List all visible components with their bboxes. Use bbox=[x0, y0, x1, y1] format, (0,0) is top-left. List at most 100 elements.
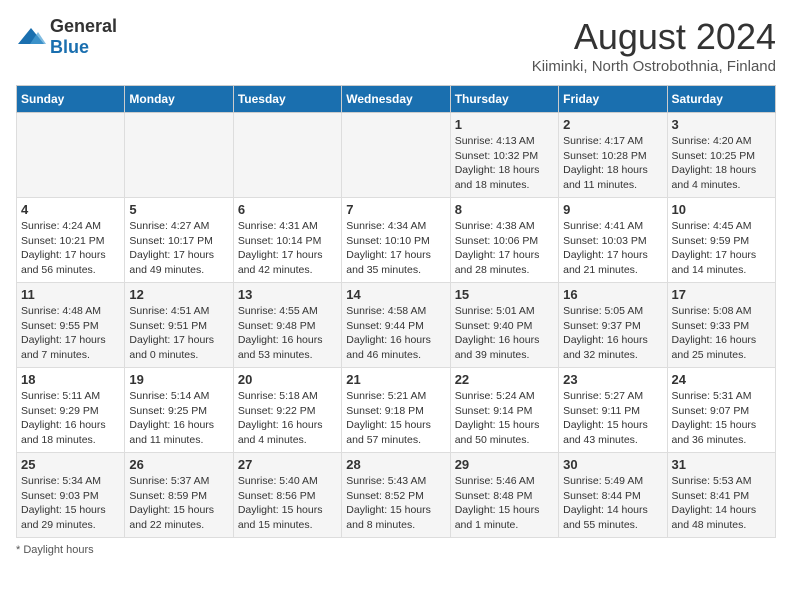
day-detail: Sunrise: 4:45 AM Sunset: 9:59 PM Dayligh… bbox=[672, 219, 771, 278]
day-number: 29 bbox=[455, 457, 554, 472]
day-detail: Sunrise: 5:05 AM Sunset: 9:37 PM Dayligh… bbox=[563, 304, 662, 363]
day-header-friday: Friday bbox=[559, 86, 667, 113]
calendar-cell: 11 Sunrise: 4:48 AM Sunset: 9:55 PM Dayli… bbox=[17, 283, 125, 368]
calendar-cell: 1 Sunrise: 4:13 AM Sunset: 10:32 PM Dayli… bbox=[450, 113, 558, 198]
calendar-cell: 21 Sunrise: 5:21 AM Sunset: 9:18 PM Dayli… bbox=[342, 368, 450, 453]
calendar-cell: 4 Sunrise: 4:24 AM Sunset: 10:21 PM Dayli… bbox=[17, 198, 125, 283]
day-detail: Sunrise: 5:34 AM Sunset: 9:03 PM Dayligh… bbox=[21, 474, 120, 533]
calendar-cell: 22Sunrise: 5:24 AM Sunset: 9:14 PM Dayli… bbox=[450, 368, 558, 453]
day-number: 2 bbox=[563, 117, 662, 132]
calendar-cell: 3Sunrise: 4:20 AM Sunset: 10:25 PM Dayli… bbox=[667, 113, 775, 198]
calendar-table: SundayMondayTuesdayWednesdayThursdayFrid… bbox=[16, 85, 776, 538]
footer-note: * Daylight hours bbox=[16, 544, 776, 556]
calendar-cell bbox=[342, 113, 450, 198]
day-detail: Sunrise: 5:46 AM Sunset: 8:48 PM Dayligh… bbox=[455, 474, 554, 533]
days-header-row: SundayMondayTuesdayWednesdayThursdayFrid… bbox=[17, 86, 776, 113]
calendar-cell: 12 Sunrise: 4:51 AM Sunset: 9:51 PM Dayli… bbox=[125, 283, 233, 368]
calendar-cell: 28 Sunrise: 5:43 AM Sunset: 8:52 PM Dayli… bbox=[342, 453, 450, 538]
calendar-cell bbox=[125, 113, 233, 198]
calendar-cell: 9 Sunrise: 4:41 AM Sunset: 10:03 PM Dayli… bbox=[559, 198, 667, 283]
day-detail: Sunrise: 5:43 AM Sunset: 8:52 PM Dayligh… bbox=[346, 474, 445, 533]
calendar-cell: 31Sunrise: 5:53 AM Sunset: 8:41 PM Dayli… bbox=[667, 453, 775, 538]
day-detail: Sunrise: 5:18 AM Sunset: 9:22 PM Dayligh… bbox=[238, 389, 337, 448]
day-detail: Sunrise: 4:38 AM Sunset: 10:06 PM Daylig… bbox=[455, 219, 554, 278]
week-row-1: 1 Sunrise: 4:13 AM Sunset: 10:32 PM Dayli… bbox=[17, 113, 776, 198]
day-number: 23 bbox=[563, 372, 662, 387]
calendar-cell: 25Sunrise: 5:34 AM Sunset: 9:03 PM Dayli… bbox=[17, 453, 125, 538]
day-number: 16 bbox=[563, 287, 662, 302]
calendar-cell: 17Sunrise: 5:08 AM Sunset: 9:33 PM Dayli… bbox=[667, 283, 775, 368]
day-number: 9 bbox=[563, 202, 662, 217]
day-detail: Sunrise: 4:48 AM Sunset: 9:55 PM Dayligh… bbox=[21, 304, 120, 363]
day-number: 18 bbox=[21, 372, 120, 387]
calendar-cell: 8Sunrise: 4:38 AM Sunset: 10:06 PM Dayli… bbox=[450, 198, 558, 283]
day-number: 17 bbox=[672, 287, 771, 302]
day-header-saturday: Saturday bbox=[667, 86, 775, 113]
day-detail: Sunrise: 4:27 AM Sunset: 10:17 PM Daylig… bbox=[129, 219, 228, 278]
week-row-2: 4 Sunrise: 4:24 AM Sunset: 10:21 PM Dayli… bbox=[17, 198, 776, 283]
calendar-cell: 30 Sunrise: 5:49 AM Sunset: 8:44 PM Dayli… bbox=[559, 453, 667, 538]
calendar-cell: 23 Sunrise: 5:27 AM Sunset: 9:11 PM Dayli… bbox=[559, 368, 667, 453]
calendar-cell bbox=[17, 113, 125, 198]
day-number: 6 bbox=[238, 202, 337, 217]
day-header-thursday: Thursday bbox=[450, 86, 558, 113]
day-detail: Sunrise: 5:37 AM Sunset: 8:59 PM Dayligh… bbox=[129, 474, 228, 533]
calendar-cell: 20 Sunrise: 5:18 AM Sunset: 9:22 PM Dayli… bbox=[233, 368, 341, 453]
day-number: 12 bbox=[129, 287, 228, 302]
day-detail: Sunrise: 4:17 AM Sunset: 10:28 PM Daylig… bbox=[563, 134, 662, 193]
day-number: 11 bbox=[21, 287, 120, 302]
day-header-tuesday: Tuesday bbox=[233, 86, 341, 113]
day-detail: Sunrise: 4:24 AM Sunset: 10:21 PM Daylig… bbox=[21, 219, 120, 278]
calendar-cell: 27Sunrise: 5:40 AM Sunset: 8:56 PM Dayli… bbox=[233, 453, 341, 538]
day-number: 4 bbox=[21, 202, 120, 217]
day-detail: Sunrise: 5:31 AM Sunset: 9:07 PM Dayligh… bbox=[672, 389, 771, 448]
day-number: 24 bbox=[672, 372, 771, 387]
day-detail: Sunrise: 4:41 AM Sunset: 10:03 PM Daylig… bbox=[563, 219, 662, 278]
week-row-3: 11 Sunrise: 4:48 AM Sunset: 9:55 PM Dayli… bbox=[17, 283, 776, 368]
day-header-monday: Monday bbox=[125, 86, 233, 113]
day-number: 26 bbox=[129, 457, 228, 472]
logo-icon bbox=[16, 26, 46, 48]
calendar-cell: 24 Sunrise: 5:31 AM Sunset: 9:07 PM Dayli… bbox=[667, 368, 775, 453]
calendar-cell: 13Sunrise: 4:55 AM Sunset: 9:48 PM Dayli… bbox=[233, 283, 341, 368]
calendar-cell: 29 Sunrise: 5:46 AM Sunset: 8:48 PM Dayli… bbox=[450, 453, 558, 538]
day-header-sunday: Sunday bbox=[17, 86, 125, 113]
day-number: 20 bbox=[238, 372, 337, 387]
day-number: 15 bbox=[455, 287, 554, 302]
calendar-cell: 6Sunrise: 4:31 AM Sunset: 10:14 PM Dayli… bbox=[233, 198, 341, 283]
calendar-cell: 26 Sunrise: 5:37 AM Sunset: 8:59 PM Dayli… bbox=[125, 453, 233, 538]
day-detail: Sunrise: 4:51 AM Sunset: 9:51 PM Dayligh… bbox=[129, 304, 228, 363]
day-number: 5 bbox=[129, 202, 228, 217]
main-title: August 2024 bbox=[532, 16, 776, 58]
day-detail: Sunrise: 4:58 AM Sunset: 9:44 PM Dayligh… bbox=[346, 304, 445, 363]
day-number: 27 bbox=[238, 457, 337, 472]
day-number: 10 bbox=[672, 202, 771, 217]
calendar-cell: 19 Sunrise: 5:14 AM Sunset: 9:25 PM Dayli… bbox=[125, 368, 233, 453]
day-number: 19 bbox=[129, 372, 228, 387]
calendar-cell: 5 Sunrise: 4:27 AM Sunset: 10:17 PM Dayli… bbox=[125, 198, 233, 283]
title-area: August 2024 Kiiminki, North Ostrobothnia… bbox=[532, 16, 776, 75]
day-number: 31 bbox=[672, 457, 771, 472]
subtitle: Kiiminki, North Ostrobothnia, Finland bbox=[532, 58, 776, 75]
day-detail: Sunrise: 5:49 AM Sunset: 8:44 PM Dayligh… bbox=[563, 474, 662, 533]
day-detail: Sunrise: 4:13 AM Sunset: 10:32 PM Daylig… bbox=[455, 134, 554, 193]
day-detail: Sunrise: 5:21 AM Sunset: 9:18 PM Dayligh… bbox=[346, 389, 445, 448]
day-number: 7 bbox=[346, 202, 445, 217]
calendar-cell: 10 Sunrise: 4:45 AM Sunset: 9:59 PM Dayli… bbox=[667, 198, 775, 283]
day-number: 22 bbox=[455, 372, 554, 387]
calendar-cell: 2 Sunrise: 4:17 AM Sunset: 10:28 PM Dayli… bbox=[559, 113, 667, 198]
calendar-cell: 15Sunrise: 5:01 AM Sunset: 9:40 PM Dayli… bbox=[450, 283, 558, 368]
week-row-4: 18 Sunrise: 5:11 AM Sunset: 9:29 PM Dayli… bbox=[17, 368, 776, 453]
day-header-wednesday: Wednesday bbox=[342, 86, 450, 113]
calendar-cell: 16 Sunrise: 5:05 AM Sunset: 9:37 PM Dayli… bbox=[559, 283, 667, 368]
day-detail: Sunrise: 5:27 AM Sunset: 9:11 PM Dayligh… bbox=[563, 389, 662, 448]
header: General Blue August 2024 Kiiminki, North… bbox=[16, 16, 776, 75]
week-row-5: 25Sunrise: 5:34 AM Sunset: 9:03 PM Dayli… bbox=[17, 453, 776, 538]
day-number: 28 bbox=[346, 457, 445, 472]
day-number: 1 bbox=[455, 117, 554, 132]
day-number: 21 bbox=[346, 372, 445, 387]
day-detail: Sunrise: 5:11 AM Sunset: 9:29 PM Dayligh… bbox=[21, 389, 120, 448]
calendar-cell: 18 Sunrise: 5:11 AM Sunset: 9:29 PM Dayli… bbox=[17, 368, 125, 453]
day-number: 30 bbox=[563, 457, 662, 472]
day-detail: Sunrise: 5:14 AM Sunset: 9:25 PM Dayligh… bbox=[129, 389, 228, 448]
